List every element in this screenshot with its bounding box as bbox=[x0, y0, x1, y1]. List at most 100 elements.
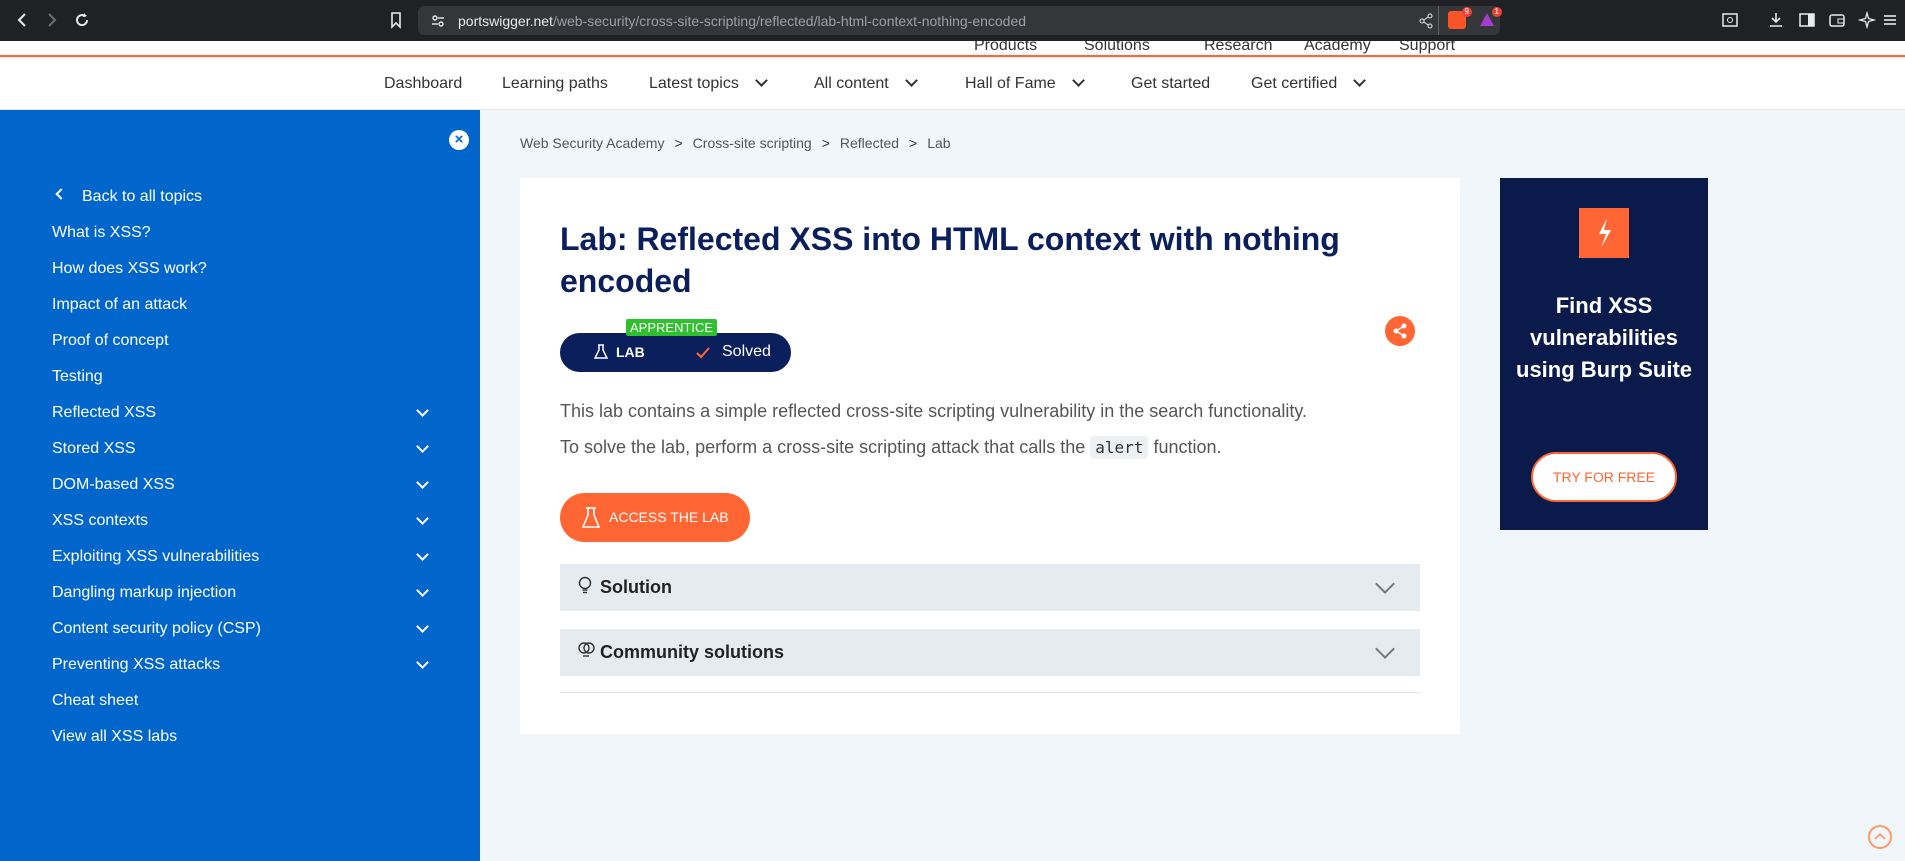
sidebar-item-dom-xss[interactable]: DOM-based XSS bbox=[52, 476, 175, 494]
close-sidebar-icon[interactable]: × bbox=[449, 130, 469, 150]
sidebar-item-cheat-sheet[interactable]: Cheat sheet bbox=[52, 692, 138, 710]
address-bar[interactable]: portswigger.net/web-security/cross-site-… bbox=[418, 6, 1502, 35]
community-lightbulb-icon bbox=[578, 642, 595, 657]
sidebar-item-proof-of-concept[interactable]: Proof of concept bbox=[52, 332, 169, 350]
wallet-icon[interactable] bbox=[1825, 8, 1849, 32]
code-alert: alert bbox=[1090, 436, 1149, 459]
chevron-down-icon bbox=[1375, 574, 1395, 594]
sidebar-item-what-is-xss[interactable]: What is XSS? bbox=[52, 224, 151, 242]
community-solutions-accordion[interactable]: Community solutions bbox=[560, 629, 1420, 676]
url-host: portswigger.net bbox=[458, 13, 553, 29]
lightbulb-icon bbox=[578, 576, 592, 594]
solution-accordion[interactable]: Solution bbox=[560, 564, 1420, 611]
back-to-all-topics[interactable]: Back to all topics bbox=[82, 188, 202, 206]
sidebar-toggle-icon[interactable] bbox=[1795, 8, 1819, 32]
lab-card: Lab: Reflected XSS into HTML context wit… bbox=[520, 178, 1460, 734]
flask-icon bbox=[582, 507, 600, 528]
leo-ai-icon[interactable] bbox=[1855, 8, 1879, 32]
sidebar-item-csp[interactable]: Content security policy (CSP) bbox=[52, 620, 261, 638]
breadcrumb-separator: > bbox=[674, 135, 683, 151]
sidebar-item-how-xss-works[interactable]: How does XSS work? bbox=[52, 260, 207, 278]
url-text: portswigger.net/web-security/cross-site-… bbox=[458, 13, 1026, 29]
chevron-down-icon bbox=[1375, 639, 1395, 659]
top-nav-overflow: Products Solutions Research Academy Supp… bbox=[0, 41, 1905, 57]
brave-badge-count: 9 bbox=[1461, 7, 1472, 17]
sidebar-item-preventing-xss[interactable]: Preventing XSS attacks bbox=[52, 656, 220, 674]
nav-latest-topics[interactable]: Latest topics bbox=[649, 74, 768, 93]
url-divider bbox=[1438, 6, 1439, 35]
scroll-to-top-icon[interactable] bbox=[1868, 825, 1892, 849]
nav-dashboard[interactable]: Dashboard bbox=[384, 75, 462, 93]
lab-description: This lab contains a simple reflected cro… bbox=[560, 401, 1307, 421]
lab-status-pill: APPRENTICE LAB Solved bbox=[560, 319, 791, 372]
nav-get-certified[interactable]: Get certified bbox=[1251, 74, 1367, 93]
objective-text: To solve the lab, perform a cross-site s… bbox=[560, 437, 1086, 457]
top-nav-support[interactable]: Support bbox=[1399, 41, 1455, 55]
sidebar-item-testing[interactable]: Testing bbox=[52, 368, 103, 386]
main-nav: Dashboard Learning paths Latest topics A… bbox=[0, 59, 1905, 110]
solution-label: Solution bbox=[600, 577, 672, 597]
lab-label: LAB bbox=[616, 344, 645, 360]
nav-all-content-label: All content bbox=[814, 75, 889, 92]
brave-shields-icon[interactable]: 9 bbox=[1448, 7, 1472, 29]
reload-icon[interactable] bbox=[70, 8, 94, 32]
breadcrumb: Web Security Academy > Cross-site scriptin… bbox=[520, 135, 951, 151]
top-nav-products[interactable]: Products bbox=[974, 41, 1037, 55]
forward-icon[interactable] bbox=[40, 8, 64, 32]
sidebar-item-reflected-xss[interactable]: Reflected XSS bbox=[52, 404, 156, 422]
try-for-free-button[interactable]: TRY FOR FREE bbox=[1531, 452, 1677, 502]
page-title: Lab: Reflected XSS into HTML context wit… bbox=[560, 221, 1340, 299]
top-nav-solutions[interactable]: Solutions bbox=[1084, 41, 1150, 55]
access-lab-button[interactable]: ACCESS THE LAB bbox=[560, 493, 750, 542]
top-nav-research[interactable]: Research bbox=[1204, 41, 1272, 55]
breadcrumb-separator: > bbox=[821, 135, 830, 151]
browser-toolbar: portswigger.net/web-security/cross-site-… bbox=[0, 0, 1905, 41]
breadcrumb-separator: > bbox=[909, 135, 918, 151]
nav-learning-paths[interactable]: Learning paths bbox=[502, 75, 608, 93]
nav-hall-of-fame-label: Hall of Fame bbox=[965, 75, 1056, 92]
nav-get-certified-label: Get certified bbox=[1251, 75, 1338, 92]
bookmark-icon[interactable] bbox=[384, 8, 408, 32]
rewards-badge-count: 1 bbox=[1491, 7, 1502, 17]
sidebar-item-exploiting-xss[interactable]: Exploiting XSS vulnerabilities bbox=[52, 548, 259, 566]
breadcrumb-reflected[interactable]: Reflected bbox=[840, 135, 899, 151]
check-icon bbox=[696, 347, 710, 359]
share-page-icon[interactable] bbox=[1418, 13, 1434, 29]
site-settings-icon[interactable] bbox=[430, 13, 446, 29]
sidebar-item-impact[interactable]: Impact of an attack bbox=[52, 296, 187, 314]
nav-latest-topics-label: Latest topics bbox=[649, 75, 739, 92]
menu-icon[interactable] bbox=[1878, 8, 1902, 32]
status-badge: Solved bbox=[722, 343, 771, 360]
flask-icon bbox=[594, 344, 608, 359]
divider bbox=[560, 692, 1420, 693]
download-icon[interactable] bbox=[1764, 8, 1788, 32]
level-badge: APPRENTICE bbox=[626, 319, 718, 336]
nav-hall-of-fame[interactable]: Hall of Fame bbox=[965, 74, 1085, 93]
url-path: /web-security/cross-site-scripting/refle… bbox=[552, 13, 1027, 29]
chevron-down-icon bbox=[754, 74, 768, 87]
chevron-down-icon bbox=[1353, 74, 1367, 87]
community-solutions-label: Community solutions bbox=[600, 642, 784, 662]
brave-rewards-icon[interactable]: 1 bbox=[1478, 7, 1502, 29]
sidebar-item-xss-contexts[interactable]: XSS contexts bbox=[52, 512, 148, 530]
back-icon[interactable] bbox=[10, 8, 34, 32]
search-tab-icon[interactable] bbox=[1718, 8, 1742, 32]
nav-get-started[interactable]: Get started bbox=[1131, 75, 1210, 93]
share-icon[interactable] bbox=[1385, 316, 1415, 346]
breadcrumb-academy[interactable]: Web Security Academy bbox=[520, 135, 664, 151]
breadcrumb-lab[interactable]: Lab bbox=[927, 135, 950, 151]
chevron-down-icon bbox=[1071, 74, 1085, 87]
top-nav-academy[interactable]: Academy bbox=[1304, 41, 1371, 55]
breadcrumb-xss[interactable]: Cross-site scripting bbox=[693, 135, 812, 151]
sidebar-item-view-all-labs[interactable]: View all XSS labs bbox=[52, 728, 177, 746]
ad-headline: Find XSS vulnerabilities using Burp Suit… bbox=[1516, 293, 1692, 382]
nav-all-content[interactable]: All content bbox=[814, 74, 918, 93]
access-lab-label: ACCESS THE LAB bbox=[609, 509, 729, 525]
sidebar-item-stored-xss[interactable]: Stored XSS bbox=[52, 440, 136, 458]
objective-text-end: function. bbox=[1153, 437, 1222, 457]
lab-objective: To solve the lab, perform a cross-site s… bbox=[560, 436, 1222, 459]
chevron-down-icon bbox=[904, 74, 918, 87]
burp-logo-icon bbox=[1579, 208, 1629, 258]
sidebar-item-dangling-markup[interactable]: Dangling markup injection bbox=[52, 584, 236, 602]
burp-suite-ad: Find XSS vulnerabilities using Burp Suit… bbox=[1500, 178, 1708, 530]
